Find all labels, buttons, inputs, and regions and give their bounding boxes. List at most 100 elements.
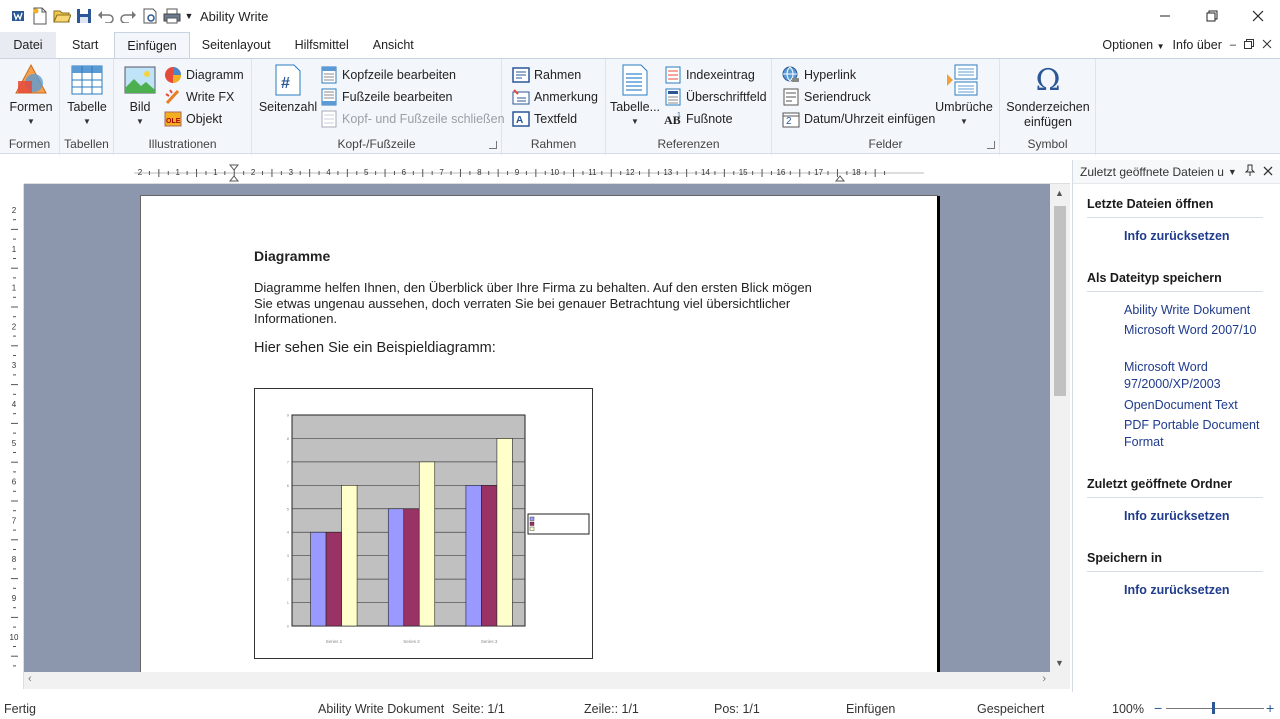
document-caption[interactable]: Hier sehen Sie ein Beispieldiagramm: xyxy=(254,340,496,356)
undo-icon[interactable] xyxy=(96,7,115,26)
group-label-referenzen: Referenzen xyxy=(657,137,720,151)
info-menu[interactable]: Info über xyxy=(1173,38,1222,52)
save-as-pdf[interactable]: PDF Portable Document Format xyxy=(1124,417,1264,451)
save-as-word-97[interactable]: Microsoft Word 97/2000/XP/2003 xyxy=(1124,359,1264,393)
document-page[interactable]: Diagramme Diagramme helfen Ihnen, den Üb… xyxy=(141,196,937,672)
app-icon[interactable] xyxy=(8,7,27,26)
kopfzeile-button[interactable]: Kopfzeile bearbeiten xyxy=(320,65,456,85)
ribbon-minimize-icon[interactable]: ‒ xyxy=(1230,39,1236,51)
title-bar: ▼ Ability Write xyxy=(0,0,1280,32)
group-label-tabellen: Tabellen xyxy=(64,137,109,151)
redo-icon[interactable] xyxy=(118,7,137,26)
chart-svg: 0 1 2 3 4 5 6 7 8 9 Series 1 Series 2 Series 3 xyxy=(287,413,590,644)
tab-seitenlayout[interactable]: Seitenlayout xyxy=(190,32,283,58)
objekt-button[interactable]: OLE Objekt xyxy=(164,109,222,129)
fusszeile-button[interactable]: Fußzeile bearbeiten xyxy=(320,87,452,107)
vertical-scroll-thumb[interactable] xyxy=(1054,206,1066,396)
save-icon[interactable] xyxy=(74,7,93,26)
document-heading[interactable]: Diagramme xyxy=(254,248,330,264)
close-button[interactable] xyxy=(1235,0,1280,32)
scroll-up-arrow[interactable]: ▲ xyxy=(1055,188,1064,198)
hyperlink-button[interactable]: Hyperlink xyxy=(782,65,856,85)
diagramm-button[interactable]: Diagramm xyxy=(164,65,244,85)
tab-ansicht[interactable]: Ansicht xyxy=(361,32,426,58)
rahmen-button[interactable]: Rahmen xyxy=(512,65,581,85)
ruler-number: 16 xyxy=(776,168,785,177)
seitenzahl-button[interactable]: # Seitenzahl xyxy=(258,63,318,115)
tab-hilfsmittel[interactable]: Hilfsmittel xyxy=(283,32,361,58)
tab-einfuegen[interactable]: Einfügen xyxy=(114,32,190,58)
new-document-icon[interactable] xyxy=(30,7,49,26)
tab-datei[interactable]: Datei xyxy=(0,32,56,58)
document-close-icon[interactable] xyxy=(1262,38,1272,52)
umbrueche-button[interactable]: Umbrüche ▼ xyxy=(934,63,994,127)
indexeintrag-button[interactable]: Indexeintrag xyxy=(664,65,755,85)
tabelle-verzeichnis-button[interactable]: Tabelle... ▼ xyxy=(610,63,660,127)
tab-start[interactable]: Start xyxy=(56,32,114,58)
minimize-button[interactable] xyxy=(1142,0,1188,32)
chart-bar xyxy=(481,485,498,627)
status-bar: Fertig Ability Write Dokument Seite: 1/1… xyxy=(0,700,1280,719)
open-folder-icon[interactable] xyxy=(52,7,71,26)
zoom-slider-track[interactable] xyxy=(1166,708,1264,709)
customize-toolbar-icon[interactable]: ▼ xyxy=(184,7,194,26)
zoom-slider-thumb[interactable] xyxy=(1212,702,1215,714)
ruler-number: 9 xyxy=(12,594,17,603)
maximize-button[interactable] xyxy=(1189,0,1235,32)
datum-uhrzeit-button[interactable]: 2 Datum/Uhrzeit einfügen xyxy=(782,109,935,129)
kopf-fusszeile-schliessen-button[interactable]: Kopf- und Fußzeile schließen xyxy=(320,109,505,129)
print-preview-icon[interactable] xyxy=(140,7,159,26)
table-icon xyxy=(70,63,104,97)
ueberschriftfeld-button[interactable]: Überschriftfeld xyxy=(664,87,767,107)
print-icon[interactable] xyxy=(162,7,181,26)
ruler-number: 2 xyxy=(251,168,256,177)
panel-reset-link-3[interactable]: Info zurücksetzen xyxy=(1124,583,1230,597)
panel-close-icon[interactable] xyxy=(1263,165,1273,179)
zoom-in-icon[interactable]: + xyxy=(1266,700,1274,716)
panel-reset-link-1[interactable]: Info zurücksetzen xyxy=(1124,229,1230,243)
chart-bar xyxy=(341,485,358,627)
panel-reset-link-2[interactable]: Info zurücksetzen xyxy=(1124,509,1230,523)
zoom-level[interactable]: 100% xyxy=(1112,702,1144,716)
bild-button[interactable]: Bild ▼ xyxy=(120,63,160,127)
zoom-out-icon[interactable]: − xyxy=(1154,700,1162,716)
scroll-left-arrow[interactable]: ‹ xyxy=(28,673,32,685)
felder-dialog-launcher-icon[interactable] xyxy=(987,141,995,149)
anmerkung-button[interactable]: Anmerkung xyxy=(512,87,598,107)
horizontal-scrollbar[interactable]: ‹ › xyxy=(24,672,1070,689)
sonderzeichen-button[interactable]: Ω Sonderzeichen einfügen xyxy=(1004,63,1092,130)
status-mode[interactable]: Einfügen xyxy=(846,702,895,716)
save-as-ability-write[interactable]: Ability Write Dokument xyxy=(1124,302,1264,319)
scroll-right-arrow[interactable]: › xyxy=(1042,673,1046,685)
tabelle-button[interactable]: Tabelle ▼ xyxy=(64,63,110,127)
seriendruck-button[interactable]: Seriendruck xyxy=(782,87,871,107)
ruler-number: 10 xyxy=(10,633,19,642)
ruler-number: 2 xyxy=(138,168,143,177)
document-canvas[interactable]: Diagramme Diagramme helfen Ihnen, den Üb… xyxy=(24,184,1050,672)
task-panel-title[interactable]: Zuletzt geöffnete Dateien u xyxy=(1080,165,1224,179)
ribbon-restore-icon[interactable] xyxy=(1244,38,1254,52)
vertical-scrollbar[interactable]: ▲ ▼ xyxy=(1050,184,1070,672)
panel-pin-icon[interactable] xyxy=(1244,164,1256,179)
writefx-button[interactable]: Write FX xyxy=(164,87,234,107)
mail-merge-icon xyxy=(782,88,800,106)
fussnote-button[interactable]: AB 1 Fußnote xyxy=(664,109,733,129)
embedded-chart[interactable]: 0 1 2 3 4 5 6 7 8 9 Series 1 Series 2 Series 3 xyxy=(254,388,593,659)
ruler-number: 18 xyxy=(852,168,861,177)
kopf-dialog-launcher-icon[interactable] xyxy=(489,141,497,149)
ruler-number: 3 xyxy=(289,168,294,177)
save-as-odt[interactable]: OpenDocument Text xyxy=(1124,397,1264,414)
options-menu[interactable]: Optionen ▼ xyxy=(1102,38,1164,52)
horizontal-ruler[interactable]: 2 1 1 2 3 4 5 6 7 8 9 10 11 12 13 14 15 16 17 18 xyxy=(24,162,1070,184)
panel-dropdown-icon[interactable]: ▼ xyxy=(1228,167,1237,177)
ribbon: Formen ▼ Formen Tabelle ▼ Tabellen Bild ▼ D… xyxy=(0,58,1280,155)
tabs-right-area: Optionen ▼ Info über ‒ xyxy=(1102,32,1272,58)
textfeld-button[interactable]: A Textfeld xyxy=(512,109,577,129)
scroll-down-arrow[interactable]: ▼ xyxy=(1055,658,1064,668)
document-paragraph[interactable]: Diagramme helfen Ihnen, den Überblick üb… xyxy=(254,280,814,327)
save-as-word-2007[interactable]: Microsoft Word 2007/10 xyxy=(1124,322,1264,339)
app-window: ▼ Ability Write Datei Start Einfügen Sei… xyxy=(0,0,1280,719)
formen-button[interactable]: Formen ▼ xyxy=(8,63,54,127)
vertical-ruler[interactable]: 2 1 1 2 3 4 5 6 7 8 9 10 xyxy=(6,184,24,689)
page-break-icon xyxy=(947,63,981,97)
